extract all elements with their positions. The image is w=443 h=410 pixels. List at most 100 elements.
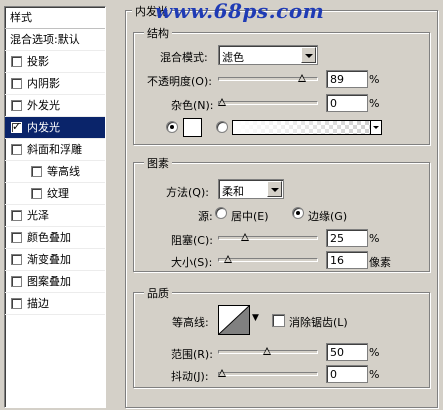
style-item-label: 投影 [27,55,49,68]
style-item-label: 纹理 [47,187,69,200]
size-input[interactable] [326,251,368,269]
jitter-input[interactable] [326,365,368,383]
style-checkbox[interactable] [11,144,22,155]
choke-slider-thumb[interactable] [241,233,249,242]
gradient-chevron-icon[interactable] [370,121,381,134]
range-input[interactable] [326,343,368,361]
contour-curve-icon [218,305,250,335]
antialias-label[interactable]: 消除锯齿(L) [289,314,348,330]
style-item[interactable]: 外发光 [5,95,105,117]
style-items: 混合选项:默认投影内阴影外发光 ✓ 内发光斜面和浮雕等高线纹理光泽颜色叠加渐变叠加图… [5,29,105,315]
choke-label: 阻塞(C): [171,234,213,247]
contour-label: 等高线: [172,316,209,329]
style-checkbox[interactable] [11,254,22,265]
style-item[interactable]: 混合选项:默认 [5,29,105,51]
style-checkbox[interactable]: ✓ [11,120,22,133]
style-item-label: 内阴影 [27,77,60,90]
style-item-label: 混合选项:默认 [10,33,80,46]
style-item[interactable]: ✓ 内发光 [5,117,105,139]
style-item[interactable]: 光泽 [5,205,105,227]
style-item[interactable]: 投影 [5,51,105,73]
choke-input[interactable] [326,229,368,247]
style-item-label: 外发光 [27,99,60,112]
style-checkbox[interactable] [11,276,22,287]
jitter-slider[interactable] [218,369,318,378]
chevron-down-icon[interactable] [267,181,282,197]
style-item-label: 光泽 [27,209,49,222]
blend-mode-value: 滤色 [222,51,244,64]
style-checkbox[interactable] [11,298,22,309]
blend-mode-label: 混合模式: [160,51,208,64]
style-checkbox[interactable] [11,210,22,221]
styles-list: 样式 混合选项:默认投影内阴影外发光 ✓ 内发光斜面和浮雕等高线纹理光泽颜色叠加渐变… [4,6,106,408]
glow-color-swatch[interactable] [183,118,202,137]
size-unit: 像素 [369,256,391,269]
style-checkbox[interactable] [11,100,22,111]
range-label: 范围(R): [171,348,213,361]
style-item-label: 颜色叠加 [27,231,71,244]
size-slider-thumb[interactable] [224,255,232,264]
antialias-checkbox[interactable] [272,314,285,327]
opacity-slider-thumb[interactable] [298,74,306,83]
noise-slider[interactable] [218,98,318,107]
style-item[interactable]: 颜色叠加 [5,227,105,249]
quality-legend: 品质 [144,285,172,301]
technique-select[interactable]: 柔和 [218,179,284,199]
source-label: 源: [198,210,213,223]
source-edge-radio[interactable] [292,207,304,219]
choke-unit: % [369,232,380,245]
opacity-label: 不透明度(O): [147,75,212,88]
watermark: www.68ps.com [155,0,325,23]
source-center-radio[interactable] [215,207,227,219]
opacity-slider[interactable] [218,74,318,83]
blend-mode-select[interactable]: 滤色 [218,45,318,65]
style-item-label: 内发光 [27,121,60,134]
styles-header: 样式 [5,7,105,29]
size-label: 大小(S): [171,256,213,269]
style-item[interactable]: 图案叠加 [5,271,105,293]
style-checkbox[interactable] [31,188,42,199]
noise-input[interactable] [326,94,368,112]
style-item[interactable]: 描边 [5,293,105,315]
elements-legend: 图素 [144,155,172,171]
opacity-input[interactable] [326,70,368,88]
jitter-unit: % [369,368,380,381]
size-slider[interactable] [218,255,318,264]
technique-value: 柔和 [222,185,244,198]
jitter-slider-thumb[interactable] [218,369,226,378]
style-item-label: 图案叠加 [27,275,71,288]
style-item[interactable]: 等高线 [5,161,105,183]
style-checkbox[interactable] [11,56,22,67]
noise-slider-thumb[interactable] [218,98,226,107]
choke-slider[interactable] [218,233,318,242]
style-item-label: 渐变叠加 [27,253,71,266]
color-fill-radio[interactable] [166,121,178,133]
source-center-label[interactable]: 居中(E) [231,208,269,224]
source-edge-label[interactable]: 边缘(G) [308,208,347,224]
style-item-label: 描边 [27,297,49,310]
gradient-fill-radio[interactable] [216,121,228,133]
contour-picker[interactable] [218,305,250,335]
style-checkbox[interactable] [31,166,42,177]
technique-label: 方法(Q): [166,186,209,199]
noise-unit: % [369,97,380,110]
glow-gradient-picker[interactable] [232,120,382,135]
opacity-unit: % [369,73,380,86]
style-checkbox[interactable] [11,232,22,243]
style-checkbox[interactable] [11,78,22,89]
style-item[interactable]: 斜面和浮雕 [5,139,105,161]
noise-label: 杂色(N): [171,99,214,112]
style-item[interactable]: 纹理 [5,183,105,205]
style-item-label: 等高线 [47,165,80,178]
structure-legend: 结构 [144,25,172,41]
style-item[interactable]: 内阴影 [5,73,105,95]
style-item-label: 斜面和浮雕 [27,143,82,156]
jitter-label: 抖动(J): [171,370,209,383]
range-slider[interactable] [218,347,318,356]
range-unit: % [369,346,380,359]
checkmark-icon: ✓ [12,120,22,133]
range-slider-thumb[interactable] [263,347,271,356]
contour-chevron-icon[interactable]: ▼ [252,313,259,323]
chevron-down-icon[interactable] [301,47,316,63]
style-item[interactable]: 渐变叠加 [5,249,105,271]
